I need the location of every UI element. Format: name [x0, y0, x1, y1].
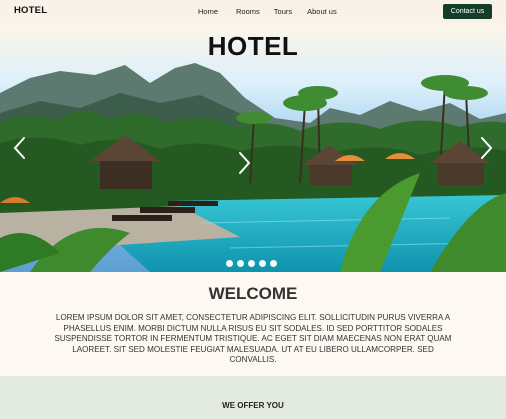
welcome-text: Lorem ipsum dolor sit amet, consectetur … — [54, 313, 452, 365]
brand-logo[interactable]: HOTEL — [14, 5, 47, 16]
welcome-title: WELCOME — [208, 284, 298, 303]
nav-link-tours[interactable]: Tours — [274, 7, 292, 16]
offer-section: WE OFFER YOU — [0, 376, 506, 419]
hero-carousel: HOTEL — [0, 23, 506, 272]
offer-title: WE OFFER YOU — [222, 401, 284, 410]
nav-link-rooms[interactable]: Rooms — [236, 7, 260, 16]
carousel-dot-2[interactable] — [237, 260, 244, 267]
carousel-dot-4[interactable] — [259, 260, 266, 267]
carousel-dot-3[interactable] — [248, 260, 255, 267]
carousel-dot-1[interactable] — [226, 260, 233, 267]
nav-link-home[interactable]: Home — [198, 7, 218, 16]
top-navbar: HOTEL Home Rooms Tours About us Contact … — [0, 0, 506, 23]
chevron-right-icon[interactable] — [238, 151, 252, 175]
chevron-left-icon[interactable] — [12, 136, 26, 160]
nav-link-about[interactable]: About us — [307, 7, 337, 16]
hero-title: HOTEL — [207, 31, 299, 61]
carousel-dot-5[interactable] — [270, 260, 277, 267]
chevron-right-icon[interactable] — [480, 136, 494, 160]
contact-us-button[interactable]: Contact us — [443, 4, 492, 19]
carousel-indicators — [226, 260, 277, 267]
main-nav: Home Rooms Tours About us — [198, 7, 337, 16]
welcome-section: WELCOME Lorem ipsum dolor sit amet, cons… — [0, 272, 506, 376]
